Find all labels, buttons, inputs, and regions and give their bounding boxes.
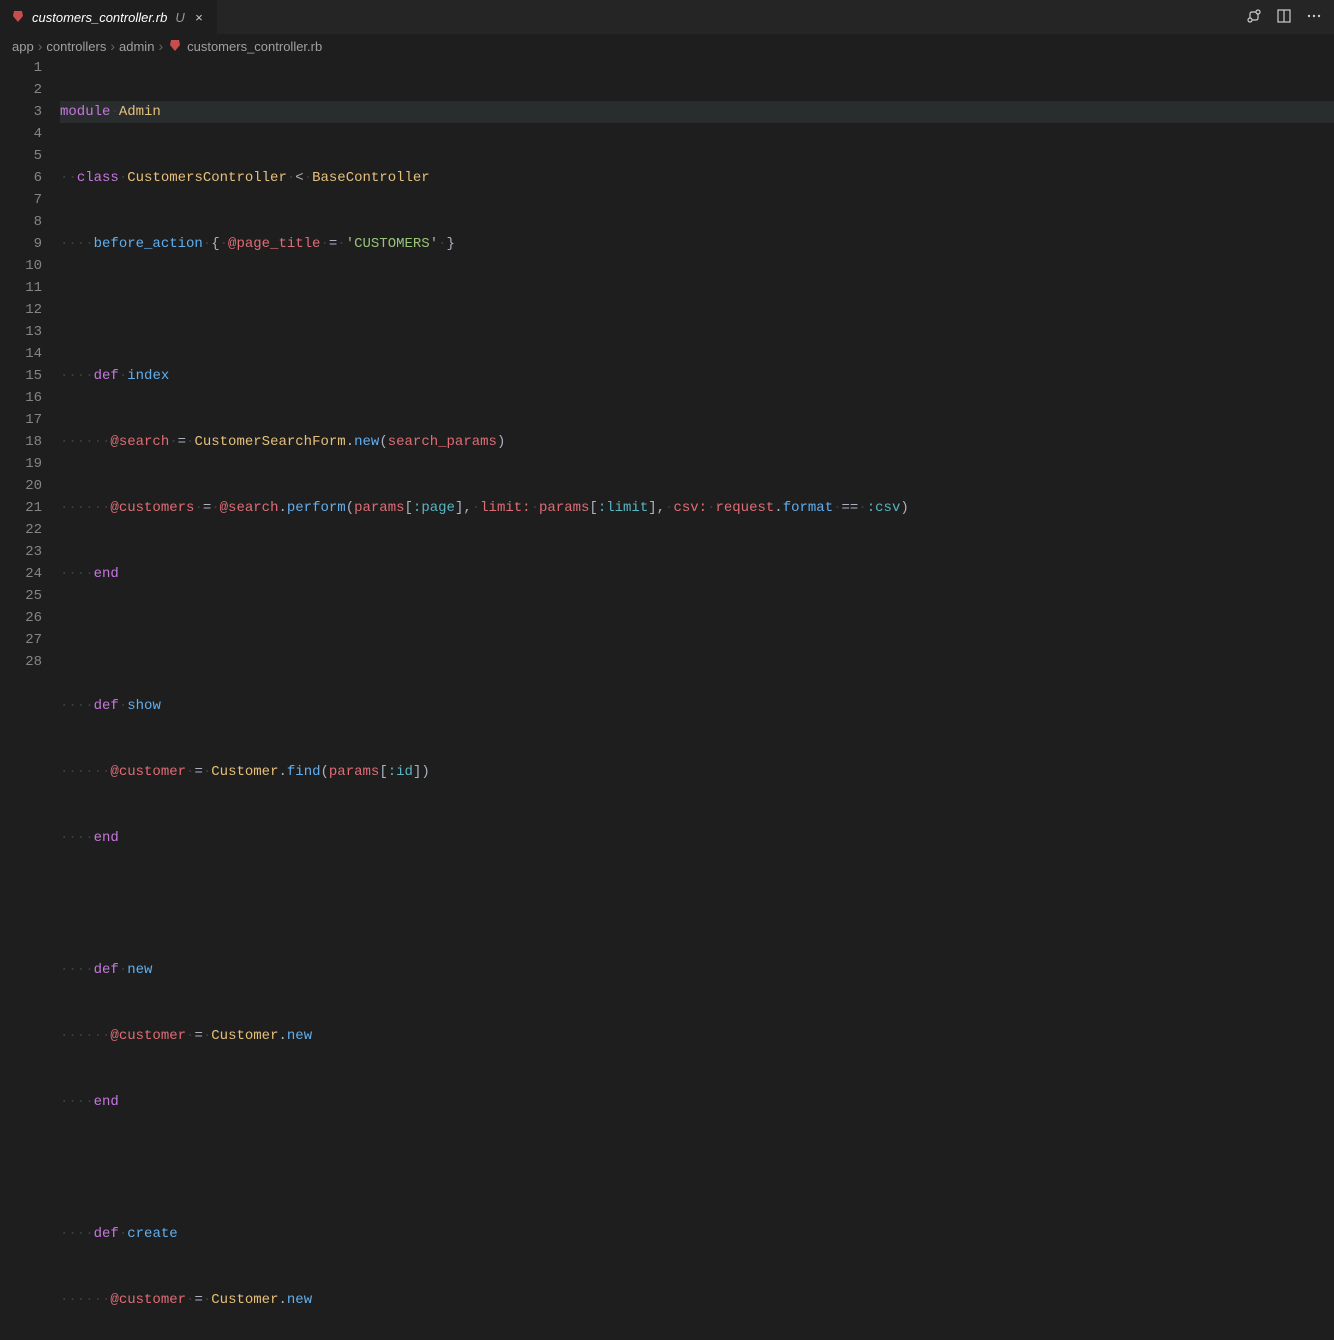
- code-line[interactable]: ······@customers·=·@search.perform(param…: [60, 497, 1334, 519]
- line-number: 18: [0, 431, 42, 453]
- line-number: 26: [0, 607, 42, 629]
- line-number: 21: [0, 497, 42, 519]
- code-line[interactable]: ····end: [60, 1091, 1334, 1113]
- code-line[interactable]: ····def·new: [60, 959, 1334, 981]
- compare-changes-icon[interactable]: [1246, 8, 1262, 27]
- code-line[interactable]: [60, 629, 1334, 651]
- line-number: 3: [0, 101, 42, 123]
- code-line[interactable]: module·Admin: [60, 101, 1334, 123]
- line-number: 25: [0, 585, 42, 607]
- line-number: 15: [0, 365, 42, 387]
- chevron-right-icon: ›: [110, 38, 115, 54]
- code-line[interactable]: ··class·CustomersController·<·BaseContro…: [60, 167, 1334, 189]
- line-number: 12: [0, 299, 42, 321]
- ruby-file-icon: [10, 8, 26, 27]
- editor-tab[interactable]: customers_controller.rb U ×: [0, 0, 218, 35]
- tab-filename: customers_controller.rb: [32, 10, 167, 25]
- split-editor-icon[interactable]: [1276, 8, 1292, 27]
- code-line[interactable]: [60, 1157, 1334, 1179]
- line-number: 22: [0, 519, 42, 541]
- line-number: 8: [0, 211, 42, 233]
- close-tab-icon[interactable]: ×: [191, 10, 207, 25]
- code-area[interactable]: module·Admin ··class·CustomersController…: [60, 57, 1334, 1340]
- code-line[interactable]: ······@customer·=·Customer.new: [60, 1289, 1334, 1311]
- line-number: 7: [0, 189, 42, 211]
- line-number: 20: [0, 475, 42, 497]
- code-line[interactable]: ····def·index: [60, 365, 1334, 387]
- line-number: 19: [0, 453, 42, 475]
- line-number: 2: [0, 79, 42, 101]
- breadcrumb-part[interactable]: app: [12, 39, 34, 54]
- code-line[interactable]: ······@customer·=·Customer.new: [60, 1025, 1334, 1047]
- line-number: 9: [0, 233, 42, 255]
- line-number: 14: [0, 343, 42, 365]
- code-line[interactable]: ····end: [60, 827, 1334, 849]
- code-editor[interactable]: 1234567891011121314151617181920212223242…: [0, 57, 1334, 1340]
- line-number: 24: [0, 563, 42, 585]
- code-line[interactable]: ····end: [60, 563, 1334, 585]
- chevron-right-icon: ›: [38, 38, 43, 54]
- line-number: 27: [0, 629, 42, 651]
- tab-git-status: U: [175, 10, 184, 25]
- line-number: 10: [0, 255, 42, 277]
- line-number: 17: [0, 409, 42, 431]
- tab-actions: [1246, 0, 1334, 34]
- line-number: 4: [0, 123, 42, 145]
- breadcrumb[interactable]: app › controllers › admin › customers_co…: [0, 35, 1334, 57]
- line-number-gutter: 1234567891011121314151617181920212223242…: [0, 57, 60, 1340]
- tab-bar: customers_controller.rb U ×: [0, 0, 1334, 35]
- code-line[interactable]: [60, 299, 1334, 321]
- breadcrumb-part[interactable]: admin: [119, 39, 154, 54]
- line-number: 13: [0, 321, 42, 343]
- chevron-right-icon: ›: [158, 38, 163, 54]
- tabs-container: customers_controller.rb U ×: [0, 0, 218, 34]
- line-number: 6: [0, 167, 42, 189]
- line-number: 11: [0, 277, 42, 299]
- breadcrumb-part[interactable]: controllers: [46, 39, 106, 54]
- code-line[interactable]: ····def·show: [60, 695, 1334, 717]
- code-line[interactable]: [60, 893, 1334, 915]
- code-line[interactable]: ····def·create: [60, 1223, 1334, 1245]
- line-number: 1: [0, 57, 42, 79]
- code-line[interactable]: ······@customer·=·Customer.find(params[:…: [60, 761, 1334, 783]
- code-line[interactable]: ····before_action·{·@page_title·=·'CUSTO…: [60, 233, 1334, 255]
- more-actions-icon[interactable]: [1306, 8, 1322, 27]
- ruby-file-icon: [167, 37, 183, 56]
- code-line[interactable]: ······@search·=·CustomerSearchForm.new(s…: [60, 431, 1334, 453]
- breadcrumb-part[interactable]: customers_controller.rb: [187, 39, 322, 54]
- line-number: 23: [0, 541, 42, 563]
- line-number: 5: [0, 145, 42, 167]
- line-number: 16: [0, 387, 42, 409]
